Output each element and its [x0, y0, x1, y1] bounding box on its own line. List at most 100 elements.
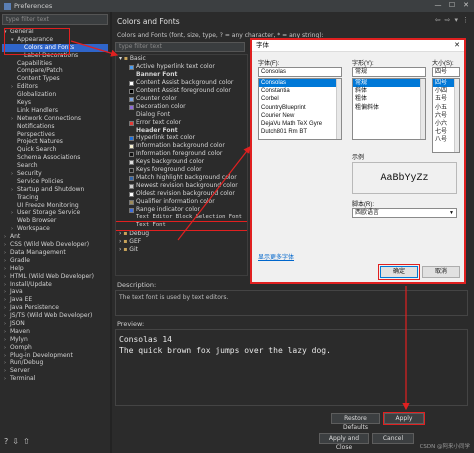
font-dialog-close-button[interactable]: ✕ [454, 40, 460, 52]
tree-item[interactable]: › JS/TS (Wild Web Developer) [2, 312, 108, 320]
color-item[interactable]: Content Assist foreground color [116, 87, 247, 95]
font-size-input[interactable]: 四号 [432, 67, 460, 77]
font-item[interactable]: Dialog Font [116, 111, 247, 119]
tree-item[interactable]: › Ant [2, 233, 108, 241]
color-item[interactable]: Match highlight background color [116, 174, 247, 182]
font-family-option[interactable]: Dutch801 Rm BT [259, 128, 341, 136]
export-icon[interactable]: ⇧ [23, 437, 30, 446]
tree-item[interactable]: › CSS (Wild Web Developer) [2, 241, 108, 249]
font-item[interactable]: Banner Font [116, 71, 247, 79]
tree-item[interactable]: › Plug-in Development [2, 352, 108, 360]
color-item[interactable]: Keys foreground color [116, 166, 247, 174]
forward-icon[interactable]: ⇨ [445, 16, 451, 24]
tree-item[interactable]: › Editors [2, 83, 108, 91]
tree-item[interactable]: › Gradle [2, 257, 108, 265]
tree-item[interactable]: Quick Search [2, 146, 108, 154]
category-row[interactable]: ▾ ▪ Basic [116, 55, 247, 63]
font-family-option[interactable]: CountryBlueprint [259, 104, 341, 112]
color-item[interactable]: Information foreground color [116, 150, 247, 158]
font-size-list[interactable]: 四号 小四 五号 小五 六号 小六 七号 八号 [432, 78, 460, 153]
script-select[interactable]: 西欧语言 ▼ [352, 208, 457, 218]
minimize-button[interactable]: — [432, 1, 444, 10]
tree-item[interactable]: › Server [2, 367, 108, 375]
tree-item[interactable]: › Security [2, 170, 108, 178]
color-item[interactable]: Counter color [116, 95, 247, 103]
tree-item[interactable]: › JSON [2, 320, 108, 328]
font-item[interactable]: Text Font [116, 220, 247, 231]
color-item[interactable]: Range indicator color [116, 206, 247, 214]
dropdown-icon[interactable]: ▾ [454, 16, 458, 24]
tree-item[interactable]: › Oomph [2, 344, 108, 352]
colors-filter-input[interactable]: type filter text [115, 42, 245, 52]
tree-item[interactable]: › Terminal [2, 375, 108, 383]
tree-item[interactable]: Colors and Fonts [2, 43, 108, 52]
left-filter-input[interactable]: type filter text [2, 14, 108, 25]
color-item[interactable]: Content Assist background color [116, 79, 247, 87]
tree-item[interactable]: Search [2, 162, 108, 170]
tree-item[interactable]: Notifications [2, 123, 108, 131]
color-item[interactable]: Active hyperlink text color [116, 63, 247, 71]
tree-item[interactable]: Capabilities [2, 60, 108, 68]
tree-item[interactable]: › Java Persistence [2, 304, 108, 312]
tree-item[interactable]: › HTML (Wild Web Developer) [2, 273, 108, 281]
category-row[interactable]: › ▪ Git [116, 246, 247, 254]
tree-item[interactable]: Compare/Patch [2, 67, 108, 75]
font-family-input[interactable]: Consolas [258, 67, 342, 77]
font-family-option[interactable]: Consolas [259, 79, 341, 88]
tree-item[interactable]: Project Natures [2, 138, 108, 146]
tree-item[interactable]: › Install/Update [2, 281, 108, 289]
tree-item[interactable]: › Workspace [2, 225, 108, 233]
tree-item[interactable]: › Network Connections [2, 115, 108, 123]
font-style-list[interactable]: 常规 斜体 粗体 粗偏斜体 [352, 78, 426, 140]
font-family-option[interactable]: Corbel [259, 95, 341, 103]
font-item[interactable]: Header Font [116, 127, 247, 135]
color-item[interactable]: Hyperlink text color [116, 134, 247, 142]
tree-item[interactable]: › User Storage Service [2, 209, 108, 217]
tree-item[interactable]: Tracing [2, 194, 108, 202]
tree-item[interactable]: ▾ Appearance [2, 36, 108, 44]
tree-item[interactable]: Keys [2, 99, 108, 107]
size-list-scrollbar[interactable] [454, 79, 459, 152]
tree-item[interactable]: › Java [2, 288, 108, 296]
tree-item[interactable]: ▾ General [2, 28, 108, 36]
color-item[interactable]: Decoration color [116, 103, 247, 111]
tree-item[interactable]: › Maven [2, 328, 108, 336]
color-item[interactable]: Error text color [116, 119, 247, 127]
font-family-option[interactable]: DejaVu Math TeX Gyre [259, 120, 341, 128]
tree-item[interactable]: › Mylyn [2, 336, 108, 344]
font-style-option[interactable]: 常规 [353, 79, 425, 88]
more-icon[interactable]: ⋮ [462, 16, 469, 24]
apply-and-close-button[interactable]: Apply and Close [319, 433, 369, 451]
tree-item[interactable]: Link Handlers [2, 107, 108, 115]
tree-item[interactable]: UI Freeze Monitoring [2, 202, 108, 210]
tree-item[interactable]: › Startup and Shutdown [2, 186, 108, 194]
color-item[interactable]: Information background color [116, 142, 247, 150]
tree-item[interactable]: › Run/Debug [2, 359, 108, 367]
font-family-option[interactable]: Constantia [259, 87, 341, 95]
back-icon[interactable]: ⇦ [435, 16, 441, 24]
font-style-option[interactable]: 斜体 [353, 87, 425, 95]
font-list-scrollbar[interactable] [336, 79, 341, 139]
category-row[interactable]: › ▪ Debug [116, 230, 247, 238]
maximize-button[interactable]: ☐ [446, 1, 458, 10]
import-icon[interactable]: ⇩ [12, 437, 19, 446]
cancel-button[interactable]: Cancel [372, 433, 414, 444]
restore-defaults-button[interactable]: Restore Defaults [331, 413, 380, 431]
tree-item[interactable]: Web Browser [2, 217, 108, 225]
tree-item[interactable]: › Data Management [2, 249, 108, 257]
pane-sash[interactable] [110, 12, 112, 453]
tree-item[interactable]: Content Types [2, 75, 108, 83]
font-item[interactable]: Text Editor Block Selection Font [116, 214, 247, 222]
font-family-option[interactable]: Courier New [259, 112, 341, 120]
tree-item[interactable]: › Help [2, 265, 108, 273]
font-style-option[interactable]: 粗偏斜体 [353, 104, 425, 112]
tree-item[interactable]: Perspectives [2, 131, 108, 139]
help-icon[interactable]: ? [4, 437, 8, 446]
tree-item[interactable]: Label Decorations [2, 52, 108, 60]
color-item[interactable]: Keys background color [116, 158, 247, 166]
show-more-fonts-link[interactable]: 显示更多字体 [258, 252, 294, 261]
category-row[interactable]: › ▪ GEF [116, 238, 247, 246]
tree-item[interactable]: Globalization [2, 91, 108, 99]
close-button[interactable]: ✕ [460, 1, 472, 10]
color-item[interactable]: Qualifier information color [116, 198, 247, 206]
